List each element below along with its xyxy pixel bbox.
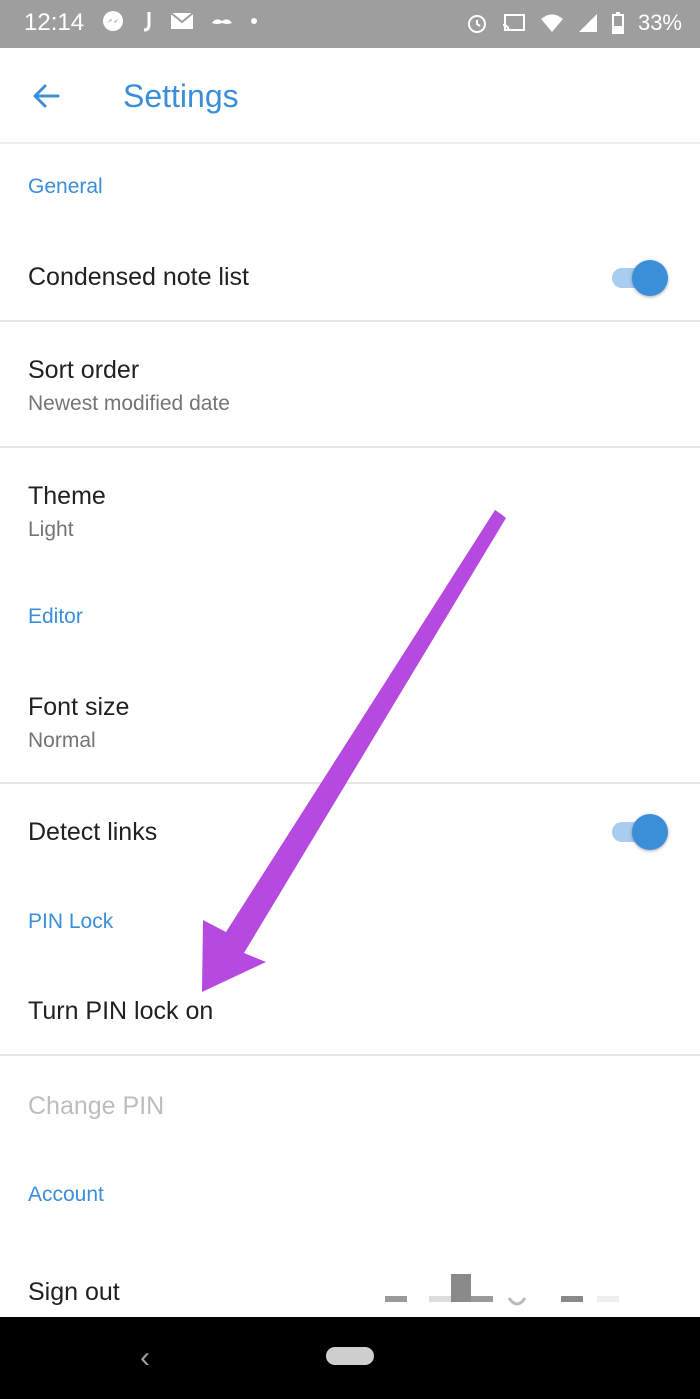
battery-icon — [611, 12, 624, 34]
setting-title: Font size — [28, 693, 130, 721]
alarm-icon — [467, 15, 486, 33]
system-icons: 33% — [466, 10, 682, 36]
setting-value: Normal — [28, 729, 96, 752]
messenger-icon — [103, 11, 123, 31]
app-bar: Settings — [0, 48, 700, 144]
toggle-thumb — [632, 814, 668, 850]
setting-condensed-note-list[interactable]: Condensed note list — [0, 236, 700, 320]
section-header-account: Account — [28, 1183, 104, 1206]
setting-title: Condensed note list — [28, 263, 249, 291]
cast-icon — [502, 14, 525, 32]
mustache-icon — [212, 19, 232, 24]
page-title: Settings — [123, 78, 239, 114]
status-time: 12:14 — [24, 9, 85, 36]
condensed-note-list-toggle[interactable] — [608, 257, 668, 297]
detect-links-toggle[interactable] — [608, 811, 668, 851]
setting-detect-links[interactable]: Detect links — [0, 784, 700, 876]
setting-sort-order[interactable]: Sort order Newest modified date — [0, 322, 700, 446]
more-notifications-dot-icon — [251, 18, 257, 24]
arrow-left-icon — [33, 84, 60, 108]
setting-title: Sign out — [28, 1278, 120, 1306]
nav-home-pill[interactable] — [326, 1347, 374, 1365]
setting-title: Turn PIN lock on — [28, 997, 214, 1025]
nav-back-icon[interactable]: ‹ — [140, 1341, 150, 1375]
setting-turn-pin-lock-on[interactable]: Turn PIN lock on — [0, 966, 700, 1054]
battery-percent: 33% — [637, 10, 682, 35]
mail-icon — [170, 12, 194, 29]
system-nav-bar: ‹ — [0, 1317, 700, 1399]
back-button[interactable] — [28, 78, 68, 114]
setting-change-pin: Change PIN — [0, 1056, 700, 1156]
toggle-thumb — [632, 260, 668, 296]
section-header-general: General — [28, 175, 103, 198]
setting-font-size[interactable]: Font size Normal — [0, 660, 700, 782]
signal-icon — [578, 14, 597, 32]
setting-value: Newest modified date — [28, 392, 230, 415]
setting-value: Light — [28, 518, 74, 541]
section-header-pin-lock: PIN Lock — [28, 910, 114, 933]
status-bar: 12:14 33% — [0, 0, 700, 48]
wifi-icon — [540, 14, 563, 32]
setting-theme[interactable]: Theme Light — [0, 448, 700, 572]
setting-title: Theme — [28, 482, 106, 510]
setting-title: Detect links — [28, 818, 158, 846]
j-app-icon — [143, 12, 151, 32]
setting-title: Sort order — [28, 356, 140, 384]
section-header-editor: Editor — [28, 605, 83, 628]
setting-title: Change PIN — [28, 1092, 165, 1120]
blurred-overlay-artifact — [385, 1274, 619, 1306]
notification-icons — [102, 10, 258, 32]
